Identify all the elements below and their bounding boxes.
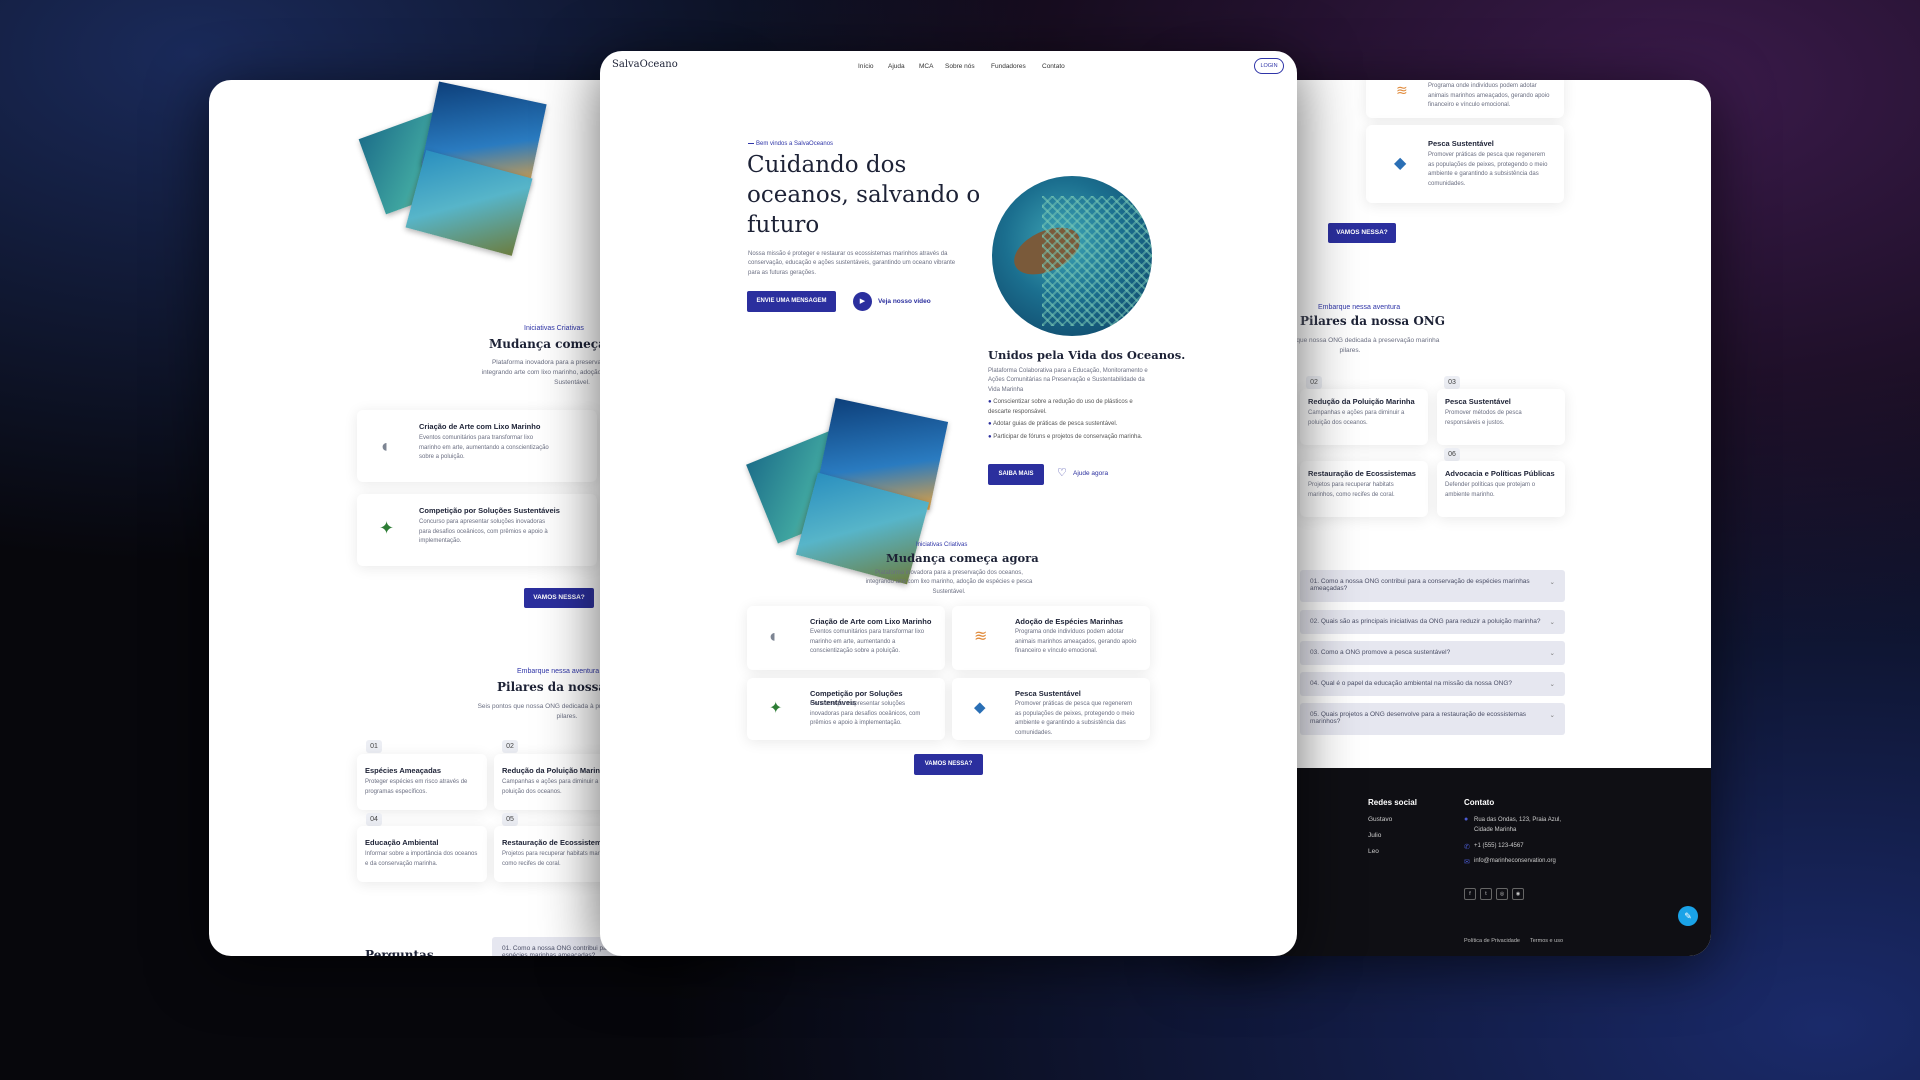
initiative-card-3: ✦ Competição por Soluções Sustentáveis C… — [747, 678, 945, 740]
hero-turtle-image — [992, 176, 1152, 336]
jellyfish-icon: ≋ — [974, 628, 988, 645]
footer-contact-title: Contato — [1464, 798, 1495, 807]
fish-icon: ◆ — [1394, 155, 1407, 172]
right-initiative-card-2: ≋ Programa onde indivíduos podem adotar … — [1366, 80, 1564, 118]
left-vamos-button[interactable]: VAMOS NESSA? — [524, 588, 594, 608]
left-initiative-card-3: ✦ Competição por Soluções Sustentáveis C… — [357, 494, 597, 566]
nav-ajuda[interactable]: Ajuda — [888, 63, 905, 70]
right-pillar-num-06: 06 — [1444, 448, 1460, 461]
brand-logo[interactable]: SalvaOceano — [612, 59, 678, 70]
faq-heading: Perguntas — [365, 948, 434, 956]
unidos-bullet-3: ● Participar de fóruns e projetos de con… — [988, 434, 1143, 440]
right-pillar-num-03: 03 — [1444, 376, 1460, 389]
nav-inicio[interactable]: Início — [858, 63, 874, 70]
location-icon: ● — [1464, 816, 1469, 823]
phone-icon: ✆ — [1464, 844, 1470, 851]
footer-phone: +1 (555) 123-4567 — [1474, 843, 1524, 849]
heart-hand-icon: ♡ — [1057, 467, 1067, 479]
faq-item-2[interactable]: 02. Quais são as principais iniciativas … — [1300, 610, 1565, 634]
unidos-bullet-2: ● Adotar guias de práticas de pesca sust… — [988, 421, 1118, 427]
nav-contato[interactable]: Contato — [1042, 63, 1065, 70]
right-vamos-button[interactable]: VAMOS NESSA? — [1328, 223, 1396, 243]
chat-button[interactable]: ✎ — [1678, 906, 1698, 926]
pillar-num-01: 01 — [366, 740, 382, 753]
vamos-nessa-button[interactable]: VAMOS NESSA? — [914, 754, 983, 775]
footer-social-gustavo[interactable]: Gustavo — [1368, 816, 1392, 823]
seal-icon: ◖ — [767, 626, 778, 646]
right-initiative-card-4: ◆ Pesca Sustentável Promover práticas de… — [1366, 125, 1564, 203]
faq-item-4[interactable]: 04. Qual é o papel da educação ambiental… — [1300, 672, 1565, 696]
nav-fundadores[interactable]: Fundadores — [991, 63, 1026, 70]
footer-email[interactable]: info@marinheconservation.org — [1474, 858, 1556, 864]
footer-social-julio[interactable]: Julio — [1368, 832, 1381, 839]
pillar-card-01: Espécies Ameaçadas Proteger espécies em … — [357, 754, 487, 810]
initiatives-eyebrow: Iniciativas Criativas — [524, 325, 584, 332]
faq-item-5[interactable]: 05. Quais projetos a ONG desenvolve para… — [1300, 703, 1565, 735]
email-icon: ✉ — [1464, 859, 1470, 866]
seal-icon: ◖ — [379, 436, 390, 456]
pillar-num-04: 04 — [366, 813, 382, 826]
footer-terms-link[interactable]: Termos e uso — [1530, 938, 1563, 944]
play-video-button[interactable]: ▶ — [853, 292, 872, 311]
unidos-bullet-1: ● Conscientizar sobre a redução do uso d… — [988, 399, 1133, 415]
ajude-agora-link[interactable]: Ajude agora — [1073, 470, 1108, 477]
center-initiatives-eyebrow: Iniciativas Criativas — [916, 542, 968, 548]
hero-title: Cuidando dos oceanos, salvando o futuro — [747, 152, 981, 238]
nav-sobre[interactable]: Sobre nós — [945, 63, 975, 70]
login-button[interactable]: LOGIN — [1254, 58, 1284, 74]
center-initiatives-title: Mudança começa agora — [886, 551, 1039, 565]
saiba-mais-button[interactable]: SAIBA MAIS — [988, 464, 1044, 485]
ocean-collage-image — [358, 81, 559, 256]
right-pillar-card-06: Advocacia e Políticas Públicas Defender … — [1437, 461, 1565, 517]
footer-social-title: Redes social — [1368, 798, 1417, 807]
turtle-icon: ✦ — [379, 518, 395, 538]
right-pillars-eyebrow: Embarque nessa aventura — [1318, 304, 1401, 311]
send-message-button[interactable]: ENVIE UMA MENSAGEM — [747, 291, 836, 312]
pillar-card-04: Educação Ambiental Informar sobre a impo… — [357, 826, 487, 882]
unidos-title: Unidos pela Vida dos Oceanos. — [988, 348, 1186, 362]
initiative-card-2: ≋ Adoção de Espécies Marinhas Programa o… — [952, 606, 1150, 670]
footer-address: Rua das Ondas, 123, Praia Azul, Cidade M… — [1474, 817, 1562, 833]
pillars-eyebrow: Embarque nessa aventura — [517, 668, 600, 675]
footer-social-leo[interactable]: Leo — [1368, 848, 1379, 855]
left-initiative-card-1: ◖ Criação de Arte com Lixo Marinho Event… — [357, 410, 597, 482]
jellyfish-icon: ≋ — [1396, 82, 1408, 98]
whatsapp-icon[interactable]: ◉ — [1512, 888, 1524, 900]
facebook-icon[interactable]: f — [1464, 888, 1476, 900]
initiative-card-1: ◖ Criação de Arte com Lixo Marinho Event… — [747, 606, 945, 670]
nav-mca[interactable]: MCA — [919, 63, 933, 70]
unidos-text: Plataforma Colaborativa para a Educação,… — [988, 368, 1148, 393]
fish-icon: ◆ — [974, 699, 986, 716]
play-icon: ▶ — [859, 298, 866, 305]
pillar-num-05: 05 — [502, 813, 518, 826]
twitter-icon[interactable]: t — [1480, 888, 1492, 900]
hero-text: Nossa missão é proteger e restaurar os e… — [748, 251, 956, 276]
pillar-num-02: 02 — [502, 740, 518, 753]
footer-privacy-link[interactable]: Política de Privacidade — [1464, 938, 1520, 944]
hero-eyebrow: Bem vindos a SalvaOceanos — [748, 141, 833, 147]
instagram-icon[interactable]: ◎ — [1496, 888, 1508, 900]
center-initiatives-text: Plataforma inovadora para a preservação … — [865, 570, 1033, 595]
right-pillar-card-03: Pesca Sustentável Promover métodos de pe… — [1437, 389, 1565, 445]
video-link[interactable]: Veja nosso vídeo — [878, 298, 931, 305]
main-landing-panel: SalvaOceano Início Ajuda MCA Sobre nós F… — [600, 51, 1297, 956]
turtle-icon: ✦ — [769, 700, 783, 717]
faq-item-1[interactable]: 01. Como a nossa ONG contribui para a co… — [1300, 570, 1565, 602]
faq-item-3[interactable]: 03. Como a ONG promove a pesca sustentáv… — [1300, 641, 1565, 665]
initiative-card-4: ◆ Pesca Sustentável Promover práticas de… — [952, 678, 1150, 740]
